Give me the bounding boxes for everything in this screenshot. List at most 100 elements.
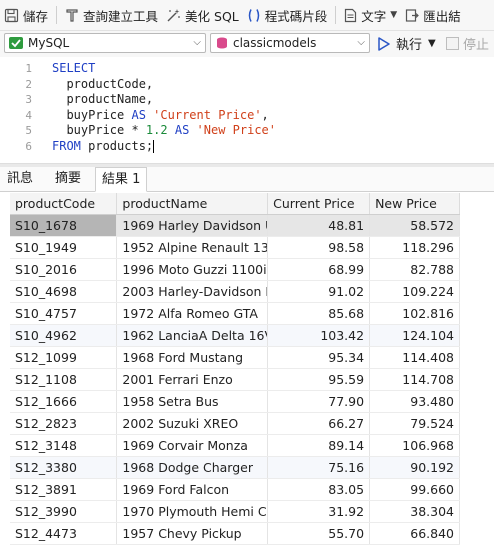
table-cell[interactable]: 1952 Alpine Renault 1300 xyxy=(116,236,269,259)
table-cell[interactable]: S10_2016 xyxy=(10,258,118,281)
table-row[interactable]: S10_19491952 Alpine Renault 130098.58118… xyxy=(10,236,460,259)
line-number: 3 xyxy=(25,93,32,106)
table-row[interactable]: S12_4473 1957 Chevy Pickup 55.70 66.840 xyxy=(10,522,460,545)
table-cell[interactable]: 1969 Corvair Monza xyxy=(116,434,269,457)
table-cell[interactable]: 114.708 xyxy=(369,368,460,391)
table-cell[interactable]: 66.27 xyxy=(267,412,371,435)
dropdown-arrow-icon[interactable]: ▼ xyxy=(390,10,397,20)
text-button[interactable]: 文字 ▼ xyxy=(340,0,401,30)
table-row[interactable]: S12_1108 2001 Ferrari Enzo 95.59 114.708 xyxy=(10,368,460,391)
table-cell[interactable]: 124.104 xyxy=(369,324,460,347)
table-cell[interactable]: 1969 Ford Falcon xyxy=(116,478,269,501)
connection-type-select[interactable]: MySQL ⌵ xyxy=(4,33,206,53)
save-button[interactable]: 儲存 xyxy=(0,0,52,30)
table-row[interactable]: S10_4962 1962 LanciaA Delta 16V 103.42 124.… xyxy=(10,324,460,347)
table-cell[interactable]: 1972 Alfa Romeo GTA xyxy=(116,302,269,325)
table-row[interactable]: S12_2823 2002 Suzuki XREO 66.27 79.524 xyxy=(10,412,460,435)
column-header[interactable]: productName xyxy=(116,193,269,215)
table-cell[interactable]: S12_4473 xyxy=(10,522,118,545)
table-cell[interactable]: 95.59 xyxy=(267,368,371,391)
table-cell[interactable]: 68.99 xyxy=(267,258,371,281)
column-header[interactable]: productCode xyxy=(10,193,118,215)
table-cell[interactable]: 91.02 xyxy=(267,280,371,303)
table-cell[interactable]: 1968 Ford Mustang xyxy=(116,346,269,369)
parentheses-icon xyxy=(248,8,259,22)
table-cell[interactable]: S12_1666 xyxy=(10,390,118,413)
table-cell[interactable]: 93.480 xyxy=(369,390,460,413)
table-cell[interactable]: 118.296 xyxy=(369,236,460,259)
table-cell[interactable]: 66.840 xyxy=(369,522,460,545)
tab-messages[interactable]: 訊息 xyxy=(7,167,33,191)
table-cell[interactable]: 1970 Plymouth Hemi Cuda xyxy=(116,500,269,523)
table-cell[interactable]: 114.408 xyxy=(369,346,460,369)
table-cell[interactable]: 98.58 xyxy=(267,236,371,259)
table-cell[interactable]: 55.70 xyxy=(267,522,371,545)
table-cell[interactable]: S12_3990 xyxy=(10,500,118,523)
table-cell[interactable]: 103.42 xyxy=(267,324,371,347)
beautify-sql-button[interactable]: 美化 SQL xyxy=(162,0,243,30)
table-cell[interactable]: S12_1099 xyxy=(10,346,118,369)
table-row[interactable]: S12_1666 1958 Setra Bus 77.90 93.480 xyxy=(10,390,460,413)
table-cell[interactable]: 2001 Ferrari Enzo xyxy=(116,368,269,391)
table-row[interactable]: S10_4757 1972 Alfa Romeo GTA 85.68 102.816 xyxy=(10,302,460,325)
stop-button[interactable]: 停止 xyxy=(446,34,489,53)
table-cell[interactable]: S10_4962 xyxy=(10,324,118,347)
table-cell[interactable]: S10_1678 xyxy=(10,214,118,237)
table-cell[interactable]: S12_1108 xyxy=(10,368,118,391)
table-row[interactable]: S10_16781969 Harley Davidson Ultimate Ch… xyxy=(10,214,460,237)
table-cell[interactable]: S10_4698 xyxy=(10,280,118,303)
table-cell[interactable]: 77.90 xyxy=(267,390,371,413)
table-cell[interactable]: S12_3380 xyxy=(10,456,118,479)
run-button[interactable]: 執行 ▼ xyxy=(376,34,436,53)
table-cell[interactable]: 1968 Dodge Charger xyxy=(116,456,269,479)
table-cell[interactable]: 106.968 xyxy=(369,434,460,457)
table-row[interactable]: S10_2016 1996 Moto Guzzi 1100i 68.99 82.788 xyxy=(10,258,460,281)
table-cell[interactable]: 2003 Harley-Davidson Eagle Drag Bike xyxy=(116,280,269,303)
code-snippet-button[interactable]: 程式碼片段 xyxy=(243,0,332,30)
table-cell[interactable]: 1996 Moto Guzzi 1100i xyxy=(116,258,269,281)
table-cell[interactable]: 109.224 xyxy=(369,280,460,303)
query-builder-button[interactable]: 查詢建立工具 xyxy=(61,0,162,30)
table-row[interactable]: S12_3891 1969 Ford Falcon 83.05 99.660 xyxy=(10,478,460,501)
tab-summary[interactable]: 摘要 xyxy=(55,167,81,191)
table-cell[interactable]: 95.34 xyxy=(267,346,371,369)
table-cell[interactable]: 75.16 xyxy=(267,456,371,479)
table-cell[interactable]: 1962 LanciaA Delta 16V xyxy=(116,324,269,347)
table-cell[interactable]: 1958 Setra Bus xyxy=(116,390,269,413)
table-cell[interactable]: 82.788 xyxy=(369,258,460,281)
table-cell[interactable]: 90.192 xyxy=(369,456,460,479)
column-header[interactable]: Current Price xyxy=(267,193,371,215)
table-cell[interactable]: 85.68 xyxy=(267,302,371,325)
table-cell[interactable]: S12_3148 xyxy=(10,434,118,457)
code-text: SELECT xyxy=(52,61,95,76)
sql-editor[interactable]: 1 SELECT 2 productCode, 3 productName, 4 buy… xyxy=(0,58,494,162)
export-results-button[interactable]: 匯出結 xyxy=(401,0,465,30)
table-cell[interactable]: 99.660 xyxy=(369,478,460,501)
table-cell[interactable]: S12_3891 xyxy=(10,478,118,501)
table-cell[interactable]: S10_4757 xyxy=(10,302,118,325)
table-cell[interactable]: 89.14 xyxy=(267,434,371,457)
table-cell[interactable]: 79.524 xyxy=(369,412,460,435)
table-cell[interactable]: 48.81 xyxy=(267,214,371,237)
table-cell[interactable]: 1969 Harley Davidson Ultimate Chopper xyxy=(116,214,269,237)
table-row[interactable]: S10_46982003 Harley-Davidson Eagle Drag … xyxy=(10,280,460,303)
table-row[interactable]: S12_3380 1968 Dodge Charger 75.16 90.192 xyxy=(10,456,460,479)
table-cell[interactable]: 83.05 xyxy=(267,478,371,501)
column-header[interactable]: New Price xyxy=(369,193,460,215)
table-cell[interactable]: S10_1949 xyxy=(10,236,118,259)
code-text: buyPrice * 1.2 AS 'New Price' xyxy=(52,123,276,138)
table-row[interactable]: S12_39901970 Plymouth Hemi Cuda31.9238.3… xyxy=(10,500,460,523)
save-label: 儲存 xyxy=(23,8,49,24)
table-cell[interactable]: 102.816 xyxy=(369,302,460,325)
dropdown-arrow-icon[interactable]: ▼ xyxy=(428,38,436,49)
table-cell[interactable]: 31.92 xyxy=(267,500,371,523)
table-cell[interactable]: 2002 Suzuki XREO xyxy=(116,412,269,435)
database-select[interactable]: classicmodels ⌵ xyxy=(210,33,370,53)
table-cell[interactable]: 58.572 xyxy=(369,214,460,237)
table-row[interactable]: S12_1099 1968 Ford Mustang 95.34 114.408 xyxy=(10,346,460,369)
tab-result-1[interactable]: 結果 1 xyxy=(95,167,148,192)
table-row[interactable]: S12_3148 1969 Corvair Monza 89.14 106.968 xyxy=(10,434,460,457)
table-cell[interactable]: S12_2823 xyxy=(10,412,118,435)
table-cell[interactable]: 1957 Chevy Pickup xyxy=(116,522,269,545)
table-cell[interactable]: 38.304 xyxy=(369,500,460,523)
